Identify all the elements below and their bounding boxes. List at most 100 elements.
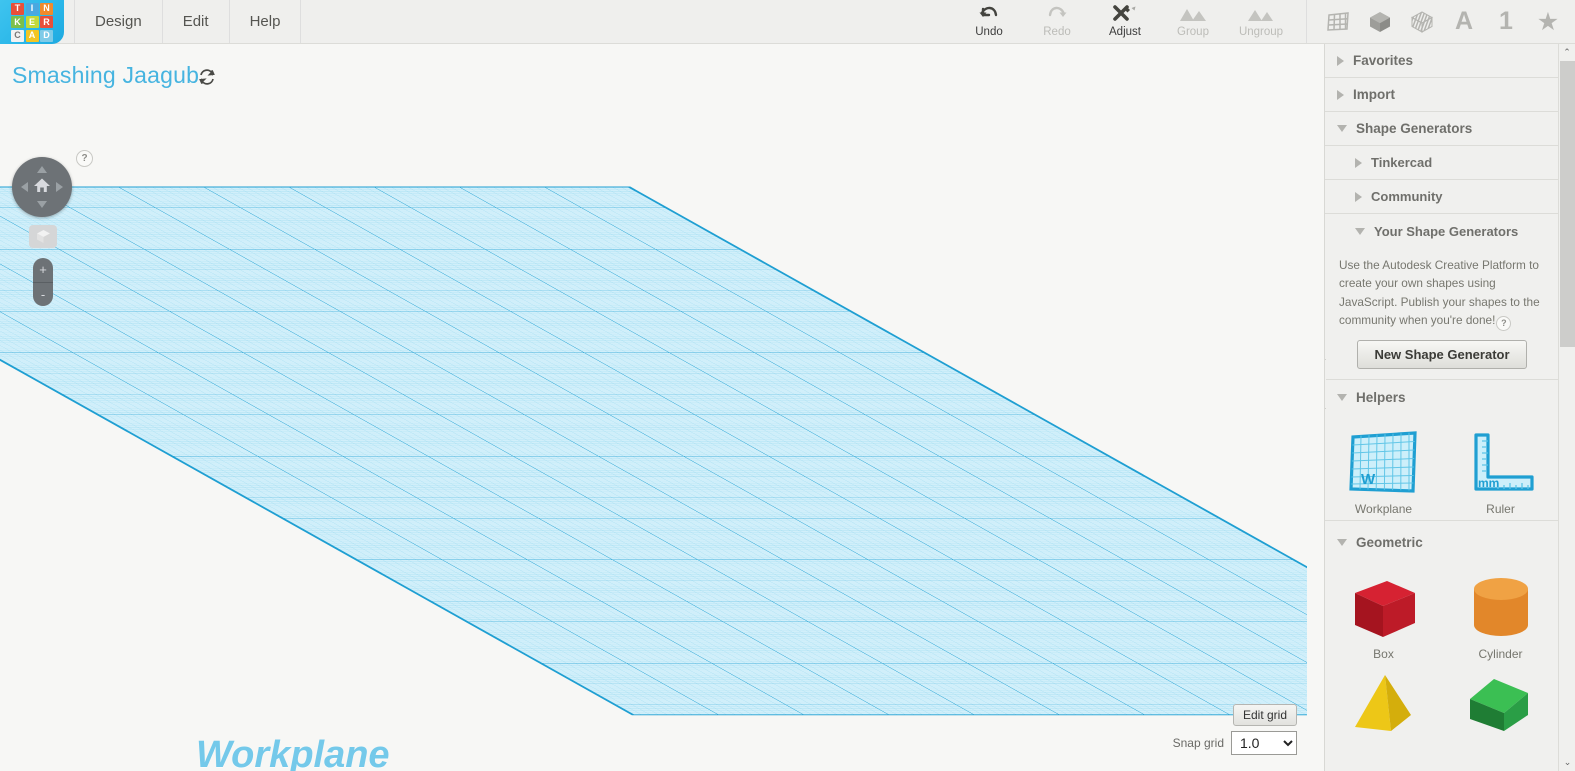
undo-button[interactable]: Undo: [955, 0, 1023, 43]
3d-canvas[interactable]: Workplane Smashing Jaagub ? + - Edit gri…: [0, 44, 1307, 771]
roof-shape-icon: [1457, 671, 1545, 732]
section-shape-generators[interactable]: Shape Generators: [1325, 112, 1559, 146]
main-menu: Design Edit Help: [64, 0, 302, 43]
section-label: Community: [1371, 189, 1443, 204]
fit-to-view-button[interactable]: [29, 225, 57, 248]
new-shape-generator-row: New Shape Generator: [1325, 331, 1559, 381]
undo-icon: [978, 3, 1000, 25]
ruler-helper-icon: mm: [1457, 426, 1545, 500]
snap-grid-select[interactable]: 1.0: [1231, 731, 1297, 755]
view-down-arrow-icon[interactable]: [37, 201, 47, 208]
view-navigator[interactable]: [12, 157, 72, 217]
project-title[interactable]: Smashing Jaagub: [12, 62, 199, 89]
logo-cell: R: [40, 16, 53, 28]
section-tinkercad[interactable]: Tinkercad: [1325, 146, 1559, 180]
shape-label: Ruler: [1486, 502, 1515, 517]
tinkercad-app: T I N K E R C A D Design Edit Help Undo: [0, 0, 1575, 771]
undo-label: Undo: [975, 26, 1003, 38]
zoom-in-button[interactable]: +: [33, 258, 53, 283]
panel-scrollbar[interactable]: ⌃ ⌄: [1558, 44, 1575, 771]
logo-cell: A: [25, 29, 39, 42]
scroll-up-button[interactable]: ⌃: [1559, 44, 1575, 61]
divider: [1325, 520, 1559, 522]
logo-cell: I: [25, 2, 39, 15]
shape-item-workplane[interactable]: W Workplane: [1325, 420, 1442, 520]
chevron-down-icon: [1337, 125, 1347, 132]
redo-icon: [1046, 3, 1068, 25]
section-label: Shape Generators: [1356, 121, 1473, 136]
logo-cell: K: [11, 16, 24, 28]
section-geometric[interactable]: Geometric: [1325, 525, 1559, 559]
section-helpers[interactable]: Helpers: [1325, 380, 1559, 414]
section-label: Tinkercad: [1371, 155, 1433, 170]
refresh-sync-icon[interactable]: [198, 68, 216, 86]
logo-cell: E: [25, 16, 39, 28]
group-button[interactable]: Group: [1159, 0, 1227, 43]
scrollbar-thumb[interactable]: [1560, 61, 1575, 347]
view-right-arrow-icon[interactable]: [56, 182, 63, 192]
menu-item-design[interactable]: Design: [74, 0, 163, 43]
workplane-label: Workplane: [196, 734, 390, 771]
section-label: Helpers: [1356, 389, 1406, 405]
edit-grid-button[interactable]: Edit grid: [1232, 704, 1297, 726]
chevron-right-icon: [1355, 191, 1362, 202]
snap-grid-label: Snap grid: [1172, 736, 1224, 750]
shape-item-box[interactable]: Box: [1325, 565, 1442, 665]
section-label: Favorites: [1353, 53, 1414, 68]
svg-text:W: W: [1361, 471, 1376, 488]
canvas-help-badge[interactable]: ?: [76, 150, 93, 167]
box-shape-icon: [1340, 571, 1428, 645]
shape-label: Box: [1373, 647, 1394, 662]
top-menu-bar: T I N K E R C A D Design Edit Help Undo: [0, 0, 1575, 44]
section-label: Import: [1353, 87, 1395, 102]
home-icon[interactable]: [33, 177, 51, 198]
panel-content: Favorites Import Shape Generators Tinker…: [1325, 44, 1559, 771]
chevron-right-icon: [1355, 157, 1362, 168]
menu-label: Edit: [182, 13, 209, 30]
section-favorites[interactable]: Favorites: [1325, 44, 1559, 78]
zoom-control[interactable]: + -: [33, 258, 53, 306]
tinkercad-logo[interactable]: T I N K E R C A D: [0, 0, 64, 44]
ungroup-label: Ungroup: [1238, 26, 1284, 38]
text-letter-icon[interactable]: A: [1445, 3, 1483, 41]
group-icon: [1178, 3, 1208, 25]
redo-button[interactable]: Redo: [1023, 0, 1091, 43]
logo-letter-grid: T I N K E R C A D: [11, 2, 53, 42]
shape-item-ruler[interactable]: mm Ruler: [1442, 420, 1559, 520]
section-import[interactable]: Import: [1325, 78, 1559, 112]
shape-label: Workplane: [1354, 502, 1413, 517]
edit-toolbar: Undo Redo Adjust Group Ungroup: [955, 0, 1295, 43]
view-up-arrow-icon[interactable]: [37, 166, 47, 173]
snap-grid-row: Snap grid 1.0: [1173, 731, 1297, 755]
section-label: Geometric: [1356, 534, 1423, 550]
solid-cube-icon[interactable]: [1361, 3, 1399, 41]
section-community[interactable]: Community: [1325, 180, 1559, 214]
menu-item-edit[interactable]: Edit: [163, 0, 230, 43]
shape-item-pyramid[interactable]: [1325, 665, 1442, 737]
view-left-arrow-icon[interactable]: [21, 182, 28, 192]
adjust-button[interactable]: Adjust: [1091, 0, 1159, 43]
chevron-right-icon: [1337, 55, 1344, 66]
zoom-out-button[interactable]: -: [33, 283, 53, 307]
panel-collapse-toggle[interactable]: ❯: [1325, 359, 1326, 409]
menu-item-help[interactable]: Help: [230, 0, 302, 43]
shape-item-roof[interactable]: [1442, 665, 1559, 737]
grid-controls: Edit grid Snap grid 1.0: [1173, 704, 1297, 755]
ungroup-icon: [1246, 3, 1276, 25]
ungroup-button[interactable]: Ungroup: [1227, 0, 1295, 43]
section-your-shape-generators[interactable]: Your Shape Generators: [1325, 214, 1559, 248]
menu-label: Design: [95, 13, 142, 30]
workplane-grid-icon[interactable]: [1319, 3, 1357, 41]
menu-label: Help: [249, 13, 281, 30]
new-shape-generator-button[interactable]: New Shape Generator: [1357, 340, 1527, 370]
chevron-down-icon: [1337, 538, 1347, 546]
scroll-down-button[interactable]: ⌄: [1559, 754, 1575, 771]
section-label: Your Shape Generators: [1374, 223, 1519, 239]
hole-cube-icon[interactable]: [1403, 3, 1441, 41]
generator-help-badge[interactable]: ?: [1496, 316, 1512, 332]
workplane-helper-icon: W: [1340, 426, 1428, 500]
number-icon[interactable]: 1: [1487, 3, 1525, 41]
shape-mode-toolbar: A 1 ★: [1306, 0, 1567, 43]
shape-item-cylinder[interactable]: Cylinder: [1442, 565, 1559, 665]
star-favorites-icon[interactable]: ★: [1529, 3, 1567, 41]
